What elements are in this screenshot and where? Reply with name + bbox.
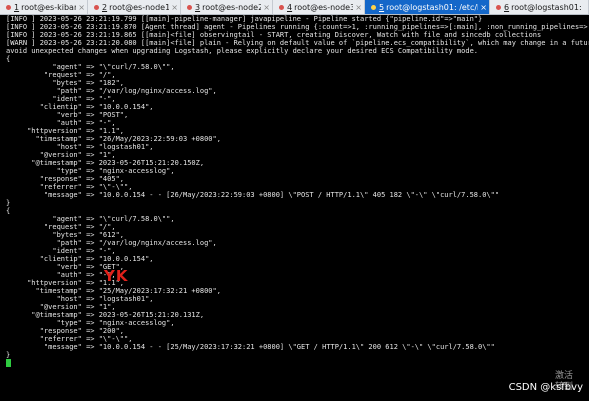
terminal-line: [INFO ] 2023-05-26 23:21:19.870 [Agent t… [6, 23, 589, 31]
terminal-line: [WARN ] 2023-05-26 23:21:20.080 [[main]<… [6, 39, 589, 47]
terminal-line: "request" => "/", [43, 71, 116, 79]
tab-label: root@logstash01: [511, 2, 582, 12]
tab-root-es-node3[interactable]: 4 root@es-node3: × [273, 0, 365, 14]
terminal-line: "message" => "10.0.0.154 - - [26/May/202… [43, 191, 500, 199]
terminal-text: [INFO ] 2023-05-26 23:21:19.799 [[main]-… [6, 15, 589, 367]
tab-label: root@es-kibana: [21, 2, 76, 12]
terminal-line: "ident" => "-", [52, 247, 116, 255]
terminal-line: "clientip" => "10.0.0.154", [39, 103, 154, 111]
terminal-line: "path" => "/var/log/nginx/access.log", [56, 239, 217, 247]
terminal-line: "host" => "logstash01", [56, 295, 154, 303]
tab-number: 2 [102, 2, 108, 12]
terminal-line: "type" => "nginx-accesslog", [56, 167, 175, 175]
terminal-line: "referrer" => "\"-\"", [39, 183, 133, 191]
tab-label: root@es-node1: [109, 2, 170, 12]
terminal-line: [INFO ] 2023-05-26 23:21:19.865 [[main]<… [6, 31, 542, 39]
tab-root-es-node2[interactable]: 3 root@es-node2: × [181, 0, 273, 14]
terminal-line: "@timestamp" => 2023-05-26T15:21:20.131Z… [31, 311, 205, 319]
overlay-annotation: YK [104, 267, 129, 285]
terminal-line: "type" => "nginx-accesslog", [56, 319, 175, 327]
terminal-line: "verb" => "POST", [56, 111, 129, 119]
tab-label: root@logstash01: /etc/logs... [386, 2, 479, 12]
terminal-line: } [6, 199, 11, 207]
terminal-line: "timestamp" => "26/May/2023:22:59:03 +08… [35, 135, 221, 143]
terminal-line: "request" => "/", [43, 223, 116, 231]
terminal-line: "path" => "/var/log/nginx/access.log", [56, 87, 217, 95]
terminal-status-icon [371, 4, 376, 10]
tab-number: 4 [287, 2, 293, 12]
terminal-status-icon [187, 4, 192, 10]
terminal-cursor [6, 359, 11, 367]
terminal-line: avoid unexpected changes when upgrading … [6, 47, 479, 55]
tab-label: root@es-node2: [202, 2, 262, 12]
terminal-line: "timestamp" => "25/May/2023:17:32:21 +08… [35, 287, 221, 295]
terminal-line: "@timestamp" => 2023-05-26T15:21:20.150Z… [31, 159, 205, 167]
terminal-line: { [6, 55, 11, 63]
terminal-line: "response" => "405", [39, 175, 125, 183]
terminal-line: "referrer" => "\"-\"", [39, 335, 133, 343]
tab-label: root@es-node3: [294, 2, 354, 12]
terminal-line: "httpversion" => "1.1", [27, 127, 125, 135]
close-icon[interactable]: × [261, 3, 270, 12]
terminal-line: "clientip" => "10.0.0.154", [39, 255, 154, 263]
terminal-line: "agent" => "\"curl/7.58.0\"", [52, 215, 175, 223]
terminal-line: "response" => "200", [39, 327, 125, 335]
terminal-line: "@version" => "1", [39, 303, 116, 311]
terminal-line: [INFO ] 2023-05-26 23:21:19.799 [[main]-… [6, 15, 483, 23]
tab-bar: 1 root@es-kibana: × 2 root@es-node1: × 3… [0, 0, 589, 15]
terminal-line: "@version" => "1", [39, 151, 116, 159]
tab-number: 6 [504, 2, 510, 12]
terminal-line: "auth" => "-", [56, 119, 116, 127]
terminal-status-icon [279, 4, 284, 10]
terminal-line: { [6, 207, 11, 215]
close-icon[interactable]: × [353, 3, 362, 12]
terminal-line: "host" => "logstash01", [56, 143, 154, 151]
csdn-watermark: CSDN @ksfbvy [508, 382, 583, 393]
tab-root-es-node1[interactable]: 2 root@es-node1: × [88, 0, 181, 14]
close-icon[interactable]: × [478, 3, 487, 12]
tab-number: 3 [195, 2, 201, 12]
tab-root-logstash01-active[interactable]: 5 root@logstash01: /etc/logs... × [365, 0, 490, 14]
terminal-line: } [6, 351, 11, 359]
terminal-status-icon [496, 4, 501, 10]
terminal-status-icon [6, 4, 11, 10]
tab-number: 1 [14, 2, 20, 12]
terminal-line: "auth" => "-", [56, 271, 116, 279]
terminal-output[interactable]: [INFO ] 2023-05-26 23:21:19.799 [[main]-… [0, 14, 589, 401]
tab-root-logstash01[interactable]: 6 root@logstash01: [490, 0, 589, 14]
terminal-line: "bytes" => "612", [52, 231, 125, 239]
terminal-line: "bytes" => "182", [52, 79, 125, 87]
close-icon[interactable]: × [169, 3, 178, 12]
terminal-line: "ident" => "-", [52, 95, 116, 103]
tab-root-es-kibana[interactable]: 1 root@es-kibana: × [0, 0, 88, 14]
close-icon[interactable]: × [76, 3, 85, 12]
terminal-line: "message" => "10.0.0.154 - - [25/May/202… [43, 343, 495, 351]
terminal-status-icon [94, 4, 99, 10]
terminal-line: "agent" => "\"curl/7.58.0\"", [52, 63, 175, 71]
tab-number: 5 [379, 2, 385, 12]
